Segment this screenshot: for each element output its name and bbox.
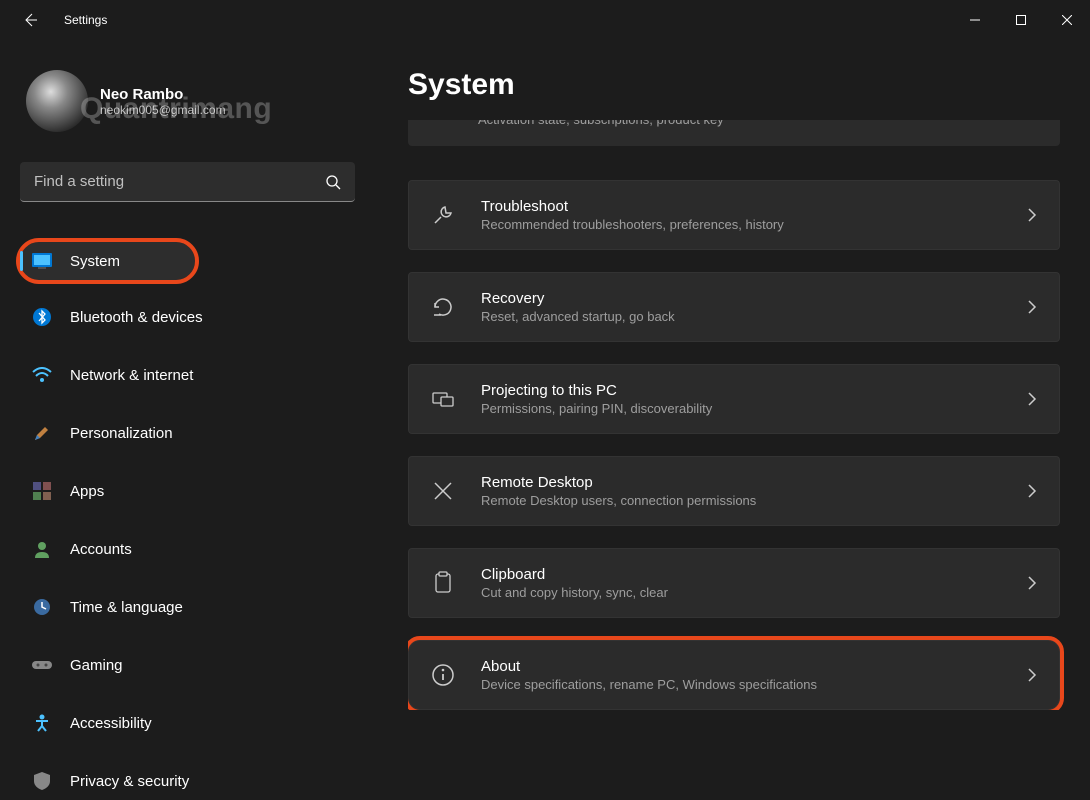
sidebar-item-gaming[interactable]: Gaming: [20, 646, 355, 684]
nav: System Bluetooth & devices Network & int…: [20, 242, 355, 800]
search-input[interactable]: [20, 162, 355, 202]
chevron-right-icon: [1027, 391, 1037, 407]
chevron-right-icon: [1027, 667, 1037, 683]
accessibility-icon: [32, 713, 52, 733]
search: [20, 162, 355, 202]
sidebar-item-label: Apps: [70, 483, 104, 500]
minimize-button[interactable]: [952, 4, 998, 36]
shield-icon: [32, 771, 52, 791]
card-recovery[interactable]: Recovery Reset, advanced startup, go bac…: [408, 272, 1060, 342]
sidebar-item-privacy[interactable]: Privacy & security: [20, 762, 355, 800]
sidebar-item-label: Personalization: [70, 425, 173, 442]
card-clipboard[interactable]: Clipboard Cut and copy history, sync, cl…: [408, 548, 1060, 618]
card-troubleshoot[interactable]: Troubleshoot Recommended troubleshooters…: [408, 180, 1060, 250]
card-text: Recovery Reset, advanced startup, go bac…: [481, 290, 1001, 324]
card-desc: Permissions, pairing PIN, discoverabilit…: [481, 401, 1001, 416]
card-desc: Remote Desktop users, connection permiss…: [481, 493, 1001, 508]
card-desc: Recommended troubleshooters, preferences…: [481, 217, 1001, 232]
sidebar-item-label: Time & language: [70, 599, 183, 616]
content: Neo Rambo neokim005@gmail.com Quantriman…: [0, 40, 1090, 748]
sidebar-item-bluetooth[interactable]: Bluetooth & devices: [20, 298, 355, 336]
info-icon: [431, 663, 455, 687]
window-controls: [952, 4, 1090, 36]
card-title: Projecting to this PC: [481, 382, 1001, 399]
avatar: [26, 70, 88, 132]
card-text: Remote Desktop Remote Desktop users, con…: [481, 474, 1001, 508]
sidebar-item-label: Privacy & security: [70, 773, 189, 790]
sidebar-item-accounts[interactable]: Accounts: [20, 530, 355, 568]
titlebar: Settings: [0, 0, 1090, 40]
paintbrush-icon: [32, 423, 52, 443]
wrench-icon: [431, 203, 455, 227]
card-remote[interactable]: Remote Desktop Remote Desktop users, con…: [408, 456, 1060, 526]
app-title: Settings: [64, 13, 107, 27]
maximize-button[interactable]: [998, 4, 1044, 36]
sidebar-item-system[interactable]: System: [20, 242, 195, 280]
card-title: Recovery: [481, 290, 1001, 307]
chevron-right-icon: [1027, 483, 1037, 499]
display-icon: [32, 251, 52, 271]
card-text: Projecting to this PC Permissions, pairi…: [481, 382, 1001, 416]
sidebar-item-time[interactable]: Time & language: [20, 588, 355, 626]
card-desc: Device specifications, rename PC, Window…: [481, 677, 1001, 692]
cards-list: Activation state, subscriptions, product…: [408, 120, 1066, 710]
search-icon: [325, 174, 341, 190]
card-title: Remote Desktop: [481, 474, 1001, 491]
person-icon: [32, 539, 52, 559]
card-about[interactable]: About Device specifications, rename PC, …: [408, 640, 1060, 710]
clock-globe-icon: [32, 597, 52, 617]
card-title: Clipboard: [481, 566, 1001, 583]
sidebar-item-network[interactable]: Network & internet: [20, 356, 355, 394]
back-button[interactable]: [20, 10, 40, 30]
sidebar-item-apps[interactable]: Apps: [20, 472, 355, 510]
card-title: Troubleshoot: [481, 198, 1001, 215]
projecting-icon: [431, 387, 455, 411]
card-desc: Cut and copy history, sync, clear: [481, 585, 1001, 600]
card-desc: Activation state, subscriptions, product…: [478, 120, 724, 127]
recovery-icon: [431, 295, 455, 319]
page-title: System: [408, 68, 1066, 102]
card-title: About: [481, 658, 1001, 675]
profile-name: Neo Rambo: [100, 86, 226, 103]
wifi-icon: [32, 365, 52, 385]
sidebar-item-label: Gaming: [70, 657, 123, 674]
gamepad-icon: [32, 655, 52, 675]
profile-email: neokim005@gmail.com: [100, 103, 226, 117]
card-text: About Device specifications, rename PC, …: [481, 658, 1001, 692]
sidebar: Neo Rambo neokim005@gmail.com Quantriman…: [0, 40, 360, 748]
main: System Activation state, subscriptions, …: [360, 40, 1090, 748]
profile[interactable]: Neo Rambo neokim005@gmail.com: [20, 70, 348, 132]
sidebar-item-personalization[interactable]: Personalization: [20, 414, 355, 452]
sidebar-item-label: System: [70, 253, 120, 270]
sidebar-item-accessibility[interactable]: Accessibility: [20, 704, 355, 742]
card-text: Troubleshoot Recommended troubleshooters…: [481, 198, 1001, 232]
card-desc: Reset, advanced startup, go back: [481, 309, 1001, 324]
titlebar-left: Settings: [20, 10, 107, 30]
profile-text: Neo Rambo neokim005@gmail.com: [100, 86, 226, 117]
sidebar-item-label: Network & internet: [70, 367, 193, 384]
close-button[interactable]: [1044, 4, 1090, 36]
card-text: Clipboard Cut and copy history, sync, cl…: [481, 566, 1001, 600]
apps-icon: [32, 481, 52, 501]
card-activation-partial[interactable]: Activation state, subscriptions, product…: [408, 120, 1060, 146]
chevron-right-icon: [1027, 299, 1037, 315]
remote-desktop-icon: [431, 479, 455, 503]
chevron-right-icon: [1027, 207, 1037, 223]
card-projecting[interactable]: Projecting to this PC Permissions, pairi…: [408, 364, 1060, 434]
sidebar-item-label: Accounts: [70, 541, 132, 558]
sidebar-item-label: Accessibility: [70, 715, 152, 732]
chevron-right-icon: [1027, 575, 1037, 591]
bluetooth-icon: [32, 307, 52, 327]
clipboard-icon: [431, 571, 455, 595]
sidebar-item-label: Bluetooth & devices: [70, 309, 203, 326]
